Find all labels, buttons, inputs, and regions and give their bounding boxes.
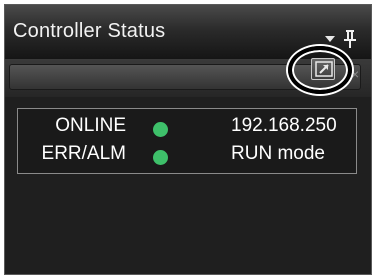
controller-status-panel: Controller Status × ONLINE 192.168.250 E… bbox=[4, 4, 372, 275]
popout-icon bbox=[315, 61, 333, 77]
ip-address-value: 192.168.250 bbox=[231, 115, 337, 136]
panel-title: Controller Status bbox=[13, 20, 166, 42]
online-label: ONLINE bbox=[55, 115, 126, 136]
chevron-down-icon[interactable] bbox=[325, 36, 335, 42]
err-alm-label: ERR/ALM bbox=[41, 143, 126, 164]
status-grid: ONLINE 192.168.250 ERR/ALM RUN mode bbox=[17, 108, 357, 174]
close-icon[interactable]: × bbox=[351, 67, 359, 81]
run-mode-value: RUN mode bbox=[231, 143, 325, 164]
pin-icon[interactable] bbox=[341, 29, 359, 49]
online-indicator bbox=[153, 122, 168, 137]
err-alm-indicator bbox=[153, 150, 168, 165]
popout-button[interactable] bbox=[311, 58, 335, 80]
